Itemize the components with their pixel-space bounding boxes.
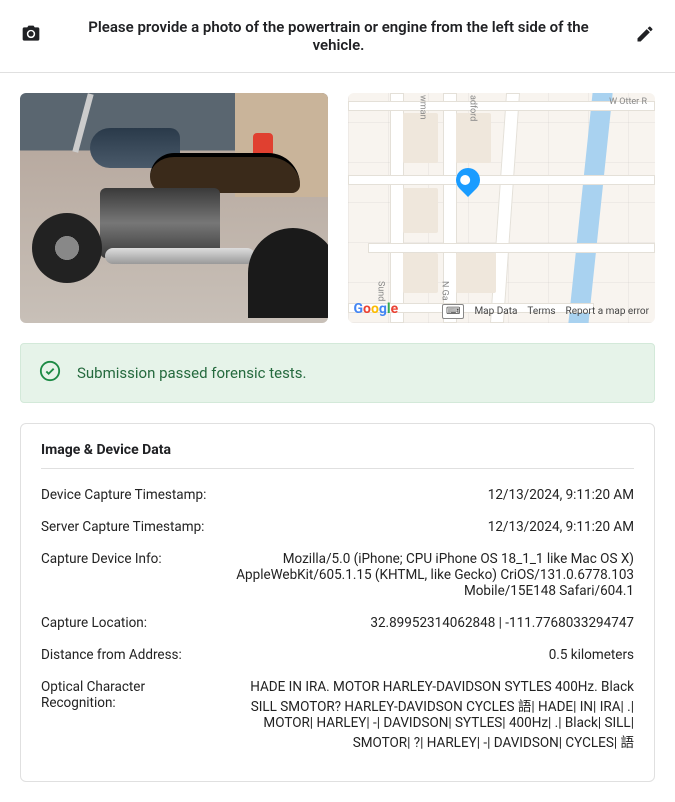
info-panel: Image & Device Data Device Capture Times… <box>20 423 655 782</box>
panel-heading: Image & Device Data <box>41 442 634 469</box>
data-key: Capture Device Info: <box>41 551 162 599</box>
map-report-link[interactable]: Report a map error <box>566 306 649 317</box>
page-title: Please provide a photo of the powertrain… <box>62 18 615 54</box>
check-circle-icon <box>39 360 61 386</box>
data-row: Optical Character Recognition: HADE IN IR… <box>41 671 634 759</box>
map-road-label: W Otter R <box>609 97 647 107</box>
uploaded-photo[interactable] <box>20 93 328 323</box>
data-row: Server Capture Timestamp: 12/13/2024, 9:1… <box>41 511 634 543</box>
media-row: W Otter R wman adford Sund N Ga Google ⌨… <box>0 73 675 343</box>
data-key: Distance from Address: <box>41 647 182 663</box>
location-map[interactable]: W Otter R wman adford Sund N Ga Google ⌨… <box>348 93 656 323</box>
map-road-label: Sund <box>376 281 386 301</box>
data-key: Device Capture Timestamp: <box>41 487 206 503</box>
data-key: Capture Location: <box>41 615 147 631</box>
data-row: Capture Device Info: Mozilla/5.0 (iPhone;… <box>41 543 634 607</box>
edit-icon[interactable] <box>635 24 655 48</box>
data-value: Mozilla/5.0 (iPhone; CPU iPhone OS 18_1_… <box>182 551 634 599</box>
data-key: Server Capture Timestamp: <box>41 519 204 535</box>
keyboard-icon[interactable]: ⌨ <box>442 304 464 319</box>
data-value: 12/13/2024, 9:11:20 AM <box>226 487 634 503</box>
map-attribution: ⌨ Map Data Terms Report a map error <box>442 304 649 319</box>
data-value: 32.89952314062848 | -111.7768033294747 <box>167 615 634 631</box>
data-row: Capture Location: 32.89952314062848 | -11… <box>41 607 634 639</box>
map-road-label: adford <box>468 95 478 121</box>
status-message: Submission passed forensic tests. <box>77 364 306 382</box>
status-banner: Submission passed forensic tests. <box>20 343 655 403</box>
camera-icon <box>20 24 42 48</box>
data-row: Distance from Address: 0.5 kilometers <box>41 639 634 671</box>
map-terms-link[interactable]: Terms <box>527 306 555 317</box>
data-value: 0.5 kilometers <box>202 647 634 663</box>
data-value: HADE IN IRA. MOTOR HARLEY-DAVIDSON SYTLE… <box>241 679 634 751</box>
map-road-label: N Ga <box>440 281 450 301</box>
map-data-link[interactable]: Map Data <box>474 306 517 317</box>
data-value: 12/13/2024, 9:11:20 AM <box>224 519 634 535</box>
data-row: Device Capture Timestamp: 12/13/2024, 9:1… <box>41 479 634 511</box>
map-road-label: wman <box>418 95 428 120</box>
data-key: Optical Character Recognition: <box>41 679 221 751</box>
page-header: Please provide a photo of the powertrain… <box>0 0 675 73</box>
google-logo: Google <box>354 301 399 317</box>
